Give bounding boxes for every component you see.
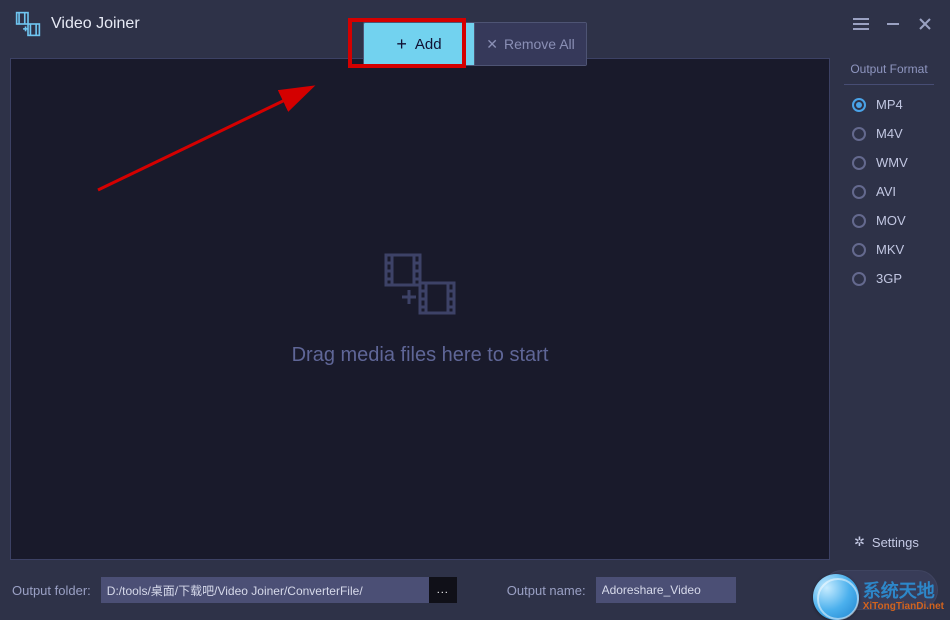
format-option-m4v[interactable]: M4V xyxy=(852,122,940,145)
radio-icon xyxy=(852,156,866,170)
radio-icon xyxy=(852,214,866,228)
radio-icon xyxy=(852,185,866,199)
watermark-url: XiTongTianDi.net xyxy=(863,602,944,612)
plus-icon: + xyxy=(396,34,407,55)
radio-icon xyxy=(852,272,866,286)
close-icon[interactable] xyxy=(916,15,934,33)
menu-icon[interactable] xyxy=(852,15,870,33)
drop-zone-hint: Drag media files here to start xyxy=(292,344,549,367)
format-label: 3GP xyxy=(876,271,902,286)
output-name-label: Output name: xyxy=(507,583,586,598)
add-button[interactable]: + Add xyxy=(364,23,474,65)
watermark: 系统天地 XiTongTianDi.net xyxy=(813,574,944,620)
settings-button[interactable]: ✲ Settings xyxy=(838,524,940,560)
output-folder-label: Output folder: xyxy=(12,583,91,598)
x-icon: ✕ xyxy=(486,36,498,53)
window-controls xyxy=(852,15,940,33)
format-label: MP4 xyxy=(876,97,903,112)
format-label: M4V xyxy=(876,126,903,141)
format-option-avi[interactable]: AVI xyxy=(852,180,940,203)
format-label: MOV xyxy=(876,213,906,228)
ellipsis-icon: ... xyxy=(437,584,449,596)
settings-label: Settings xyxy=(872,535,919,550)
main-toolbar: + Add ✕ Remove All xyxy=(363,22,587,66)
output-name-input[interactable] xyxy=(596,577,736,603)
minimize-icon[interactable] xyxy=(884,15,902,33)
format-label: MKV xyxy=(876,242,904,257)
bottom-bar: Output folder: ... Output name: xyxy=(0,560,950,620)
remove-all-button[interactable]: ✕ Remove All xyxy=(474,23,586,65)
radio-icon xyxy=(852,243,866,257)
app-title: Video Joiner xyxy=(51,15,140,33)
format-option-mkv[interactable]: MKV xyxy=(852,238,940,261)
filmstrip-plus-icon xyxy=(382,251,458,322)
app-logo-icon xyxy=(15,11,41,37)
sidebar-title: Output Format xyxy=(844,58,934,85)
sidebar: Output Format MP4 M4V WMV AVI MOV xyxy=(838,58,940,560)
radio-icon xyxy=(852,98,866,112)
radio-icon xyxy=(852,127,866,141)
format-option-wmv[interactable]: WMV xyxy=(852,151,940,174)
watermark-globe-icon xyxy=(813,574,859,620)
format-option-mp4[interactable]: MP4 xyxy=(852,93,940,116)
add-button-label: Add xyxy=(415,36,442,53)
format-option-mov[interactable]: MOV xyxy=(852,209,940,232)
output-folder-input[interactable] xyxy=(101,577,429,603)
app-logo: Video Joiner xyxy=(15,11,140,37)
browse-folder-button[interactable]: ... xyxy=(429,577,457,603)
format-label: WMV xyxy=(876,155,908,170)
drop-zone[interactable]: Drag media files here to start xyxy=(10,58,830,560)
format-option-3gp[interactable]: 3GP xyxy=(852,267,940,290)
format-label: AVI xyxy=(876,184,896,199)
format-list: MP4 M4V WMV AVI MOV MKV xyxy=(838,93,940,290)
main-area: Drag media files here to start Output Fo… xyxy=(0,48,950,560)
gear-icon: ✲ xyxy=(854,534,865,550)
remove-all-label: Remove All xyxy=(504,36,575,52)
watermark-title: 系统天地 xyxy=(863,582,944,600)
